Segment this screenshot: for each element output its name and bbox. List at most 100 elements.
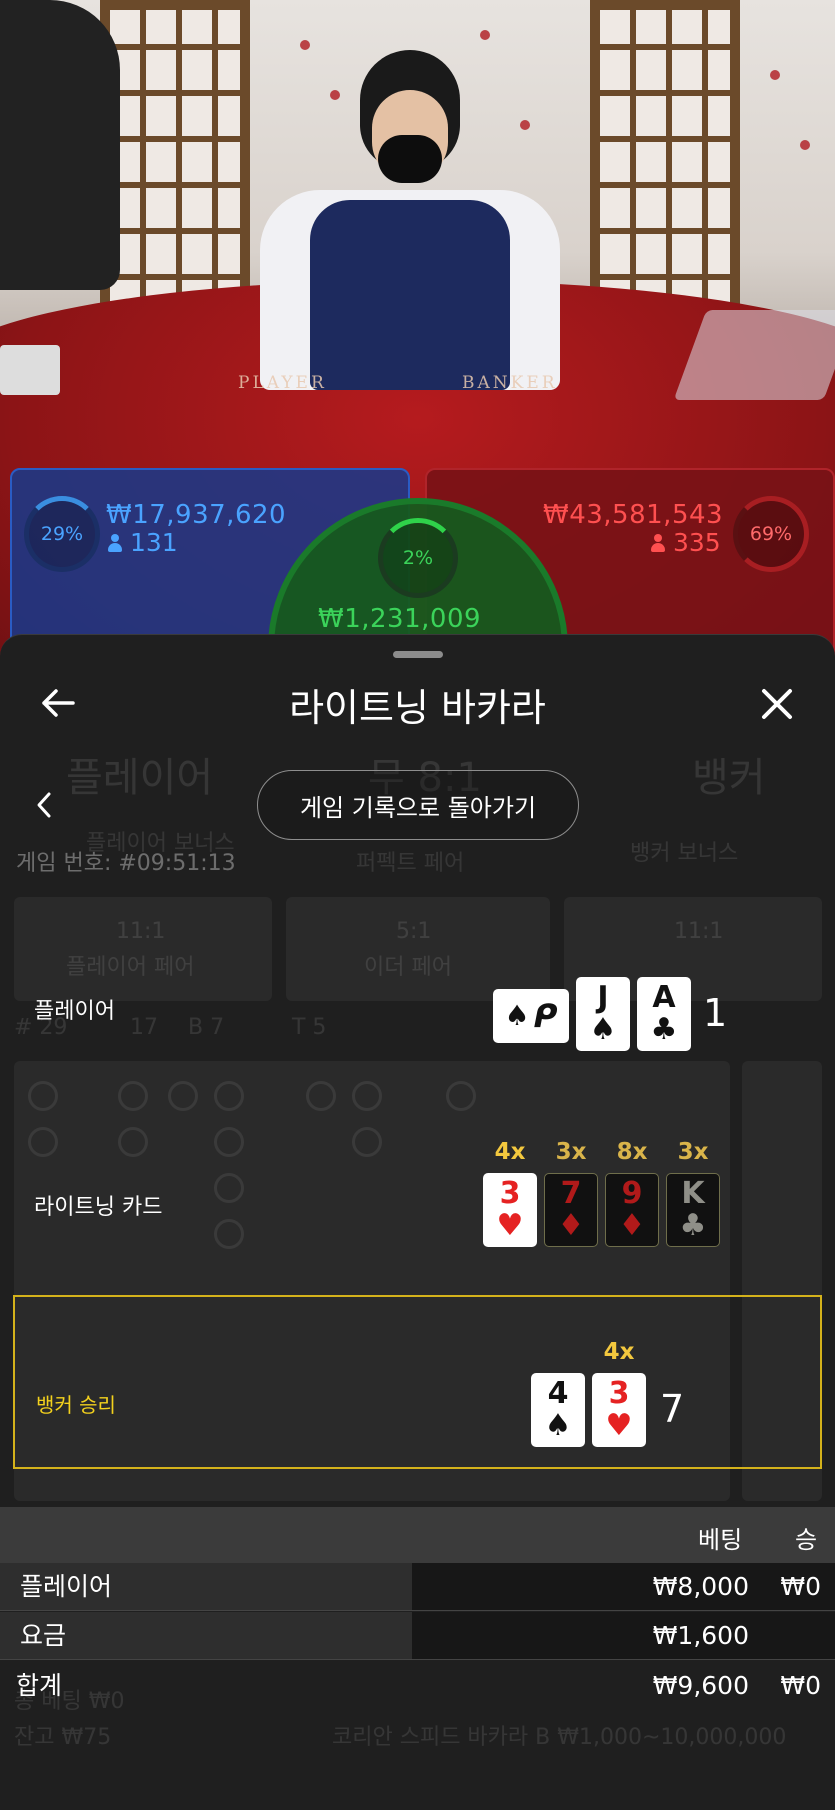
win-amount: ₩0 [780, 1572, 821, 1601]
ghost-road-mark [352, 1127, 382, 1157]
banker-total: 7 [660, 1387, 685, 1431]
ghost-road-mark [446, 1081, 476, 1111]
card-rank: A [652, 980, 676, 1015]
lightning-multiplier: 3x [555, 1139, 587, 1165]
blossom-decoration [300, 40, 310, 50]
chevron-left-icon [37, 792, 51, 818]
lightning-card: 7 ♦ [544, 1173, 598, 1247]
ghost-road-mark [306, 1081, 336, 1111]
ghost-road-mark [118, 1081, 148, 1111]
card-rank: 9 [621, 1176, 643, 1211]
lightning-multiplier: 3x [677, 1139, 709, 1165]
back-to-history-button[interactable]: 게임 기록으로 돌아가기 [257, 770, 579, 840]
face-down-card: ♠ ᑭ [493, 989, 569, 1043]
ghost-balance: 잔고 ₩75 [14, 1725, 112, 1750]
ghost-player-pair: 플레이어 페어 [66, 955, 195, 980]
person-icon [108, 534, 122, 552]
spade-icon: ♠ [589, 1012, 617, 1047]
player-total: 1 [703, 991, 728, 1035]
game-history-sheet: 플레이어 무 8:1 뱅커 플레이어 보너스 게임 번호: #09:51:13 … [0, 634, 835, 1810]
banker-bettor-count: 335 [651, 528, 721, 557]
person-icon [651, 534, 665, 552]
bet-column-header: 베팅 [698, 1526, 743, 1554]
ghost-either-pair: 이더 페어 [364, 955, 452, 980]
total-label: 합계 [16, 1671, 63, 1700]
previous-round-button[interactable] [24, 777, 64, 833]
lightning-multiplier: 8x [616, 1139, 648, 1165]
heart-icon: ♥ [496, 1208, 524, 1243]
lightning-multiplier: 4x [494, 1139, 526, 1165]
win-column-header: 승 [795, 1526, 818, 1554]
ghost-player-area: 플레이어 [66, 755, 214, 801]
bet-table-row: 요금 ₩1,600 [0, 1612, 835, 1660]
bystander [0, 0, 120, 290]
banker-bet-amount: ₩43,581,543 [543, 500, 724, 530]
lattice-screen-right [590, 0, 740, 330]
card-rank: K [681, 1176, 705, 1211]
bet-table-total-row: 합계 ₩9,600 ₩0 [0, 1661, 835, 1711]
ghost-banker-area: 뱅커 [692, 755, 766, 801]
player-bet-amount: ₩17,937,620 [106, 500, 287, 530]
banker-bettor-count-value: 335 [673, 528, 721, 557]
lightning-card: 9 ♦ [605, 1173, 659, 1247]
player-row-label: 플레이어 [34, 999, 115, 1024]
card-rank: 4 [547, 1376, 569, 1411]
diamond-icon: ♦ [557, 1208, 585, 1243]
club-icon: ♣ [679, 1208, 707, 1243]
player-bettor-count: 131 [108, 528, 178, 557]
bet-type-label: 플레이어 [0, 1563, 412, 1610]
ghost-road-mark [28, 1081, 58, 1111]
banker-card-multiplier: 4x [603, 1339, 635, 1365]
card-rank: 7 [560, 1176, 582, 1211]
felt-label-banker: BANKER [462, 373, 558, 393]
bet-amount: ₩8,000 [652, 1572, 749, 1601]
banker-card: 4 ♠ [531, 1373, 585, 1447]
dealer [240, 50, 580, 390]
total-win-amount: ₩0 [780, 1671, 821, 1700]
ghost-player-pair-odds: 11:1 [116, 919, 166, 944]
diamond-icon: ♦ [618, 1208, 646, 1243]
lightning-row-label: 라이트닝 카드 [34, 1195, 163, 1220]
ghost-road-mark [28, 1127, 58, 1157]
player-bettor-count-value: 131 [130, 528, 178, 557]
spade-icon: ♠ [544, 1408, 572, 1443]
player-card: J ♠ [576, 977, 630, 1051]
close-button[interactable] [752, 679, 802, 729]
sheet-title: 라이트닝 바카라 [289, 686, 546, 730]
ghost-table-name: 코리안 스피드 바카라 B ₩1,000~10,000,000 [332, 1725, 787, 1750]
ghost-road-mark [214, 1081, 244, 1111]
bet-type-label: 요금 [0, 1612, 412, 1659]
tie-bet-amount: ₩1,231,009 [318, 604, 482, 634]
total-bet-amount: ₩9,600 [652, 1671, 749, 1700]
player-card: A ♣ [637, 977, 691, 1051]
card-rank: J [597, 980, 609, 1015]
ghost-road-mark [118, 1127, 148, 1157]
lightning-card: 3 ♥ [483, 1173, 537, 1247]
lightning-card: K ♣ [666, 1173, 720, 1247]
ghost-stat: 17 [130, 1015, 158, 1040]
sheet-drag-handle[interactable] [393, 651, 443, 658]
ghost-road-mark [352, 1081, 382, 1111]
spade-icon: ♠ [504, 999, 530, 1032]
blossom-decoration [770, 70, 780, 80]
ghost-banker-bonus: 뱅커 보너스 [630, 841, 739, 866]
card-rank: 3 [499, 1176, 521, 1211]
tie-percent-ring: 2% [378, 518, 458, 598]
club-icon: ♣ [650, 1012, 678, 1047]
ghost-stat: B 7 [188, 1015, 225, 1040]
card-stack [0, 345, 60, 395]
winner-highlight [13, 1295, 822, 1469]
ghost-road-mark [214, 1173, 244, 1203]
ghost-road-mark [214, 1219, 244, 1249]
close-icon [762, 689, 792, 719]
card-rank: 3 [608, 1376, 630, 1411]
blossom-decoration [480, 30, 490, 40]
heart-icon: ♥ [605, 1408, 633, 1443]
bet-amount: ₩1,600 [652, 1621, 749, 1650]
ghost-perfect-pair: 퍼펙트 페어 [356, 851, 465, 876]
ghost-road-mark [168, 1081, 198, 1111]
ghost-either-pair-odds: 5:1 [396, 919, 432, 944]
felt-label-player: PLAYER [238, 373, 327, 393]
banker-card: 3 ♥ [592, 1373, 646, 1447]
banker-percent-ring: 69% [733, 496, 809, 572]
